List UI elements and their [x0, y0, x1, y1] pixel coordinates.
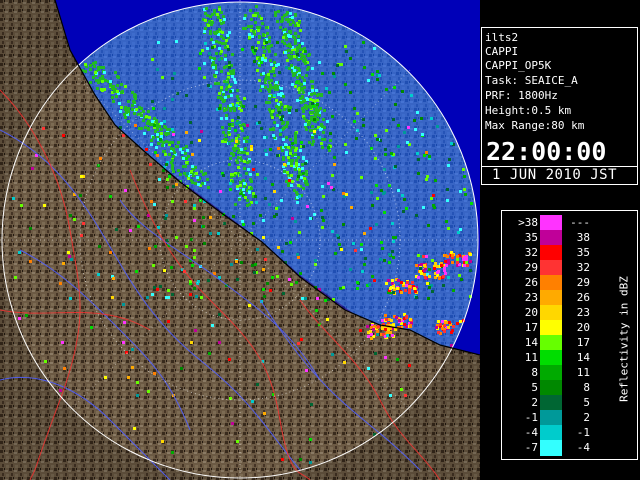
date-box: 1 JUN 2010 JST: [482, 166, 637, 184]
legend-swatch: [540, 410, 562, 426]
legend-high-value: 11: [576, 366, 590, 379]
product-type: CAPPI: [485, 45, 519, 58]
legend-low-value: 35: [524, 231, 538, 244]
legend-swatch: [540, 440, 562, 456]
legend-swatch: [540, 350, 562, 366]
legend-low-value: -4: [524, 426, 538, 439]
legend-unit-label: Reflectivity in dBZ: [617, 276, 631, 402]
prf-label: PRF: 1800Hz: [485, 89, 558, 102]
reflectivity-legend: >38 --- 35 38 32 35 29 32 26 29 23 26 20 23 17 20 14 17 11…: [501, 210, 638, 460]
legend-low-value: 32: [524, 246, 538, 259]
legend-high-value: -4: [576, 441, 590, 454]
legend-swatch: [540, 320, 562, 336]
legend-low-value: 26: [524, 276, 538, 289]
height-label: Height:0.5 km: [485, 104, 572, 117]
legend-high-value: 2: [583, 411, 590, 424]
legend-low-value: 20: [524, 306, 538, 319]
observation-date: 1 JUN 2010 JST: [492, 167, 618, 183]
task-label: Task: SEAICE_A: [485, 74, 578, 87]
legend-low-value: 2: [531, 396, 538, 409]
legend-high-value: ---: [570, 216, 590, 229]
legend-swatch: [540, 245, 562, 261]
legend-swatch: [540, 395, 562, 411]
radar-info-panel: ilts2 CAPPI CAPPI_OP5K Task: SEAICE_A PR…: [481, 27, 638, 185]
legend-high-value: 20: [576, 321, 590, 334]
legend-low-value: -1: [524, 411, 538, 424]
range-rings: [0, 0, 480, 480]
radar-map[interactable]: [0, 0, 480, 480]
legend-high-value: 32: [576, 261, 590, 274]
legend-swatch: [540, 425, 562, 441]
legend-swatch: [540, 365, 562, 381]
legend-high-value: 8: [583, 381, 590, 394]
legend-high-value: 14: [576, 351, 590, 364]
radar-name: ilts2: [485, 31, 519, 44]
legend-high-value: 23: [576, 306, 590, 319]
legend-swatch: [540, 275, 562, 291]
legend-high-value: 29: [576, 276, 590, 289]
legend-swatch: [540, 230, 562, 246]
legend-swatch: [540, 215, 562, 231]
legend-high-value: -1: [576, 426, 590, 439]
product-id: CAPPI_OP5K: [485, 59, 552, 72]
legend-low-value: 29: [524, 261, 538, 274]
legend-low-value: >38: [518, 216, 538, 229]
legend-low-value: -7: [524, 441, 538, 454]
legend-swatch: [540, 335, 562, 351]
observation-time: 22:00:00: [486, 137, 607, 166]
legend-high-value: 38: [576, 231, 590, 244]
legend-high-value: 17: [576, 336, 590, 349]
legend-low-value: 5: [531, 381, 538, 394]
legend-swatch: [540, 380, 562, 396]
legend-low-value: 11: [524, 351, 538, 364]
legend-low-value: 17: [524, 321, 538, 334]
legend-swatch: [540, 305, 562, 321]
legend-high-value: 35: [576, 246, 590, 259]
max-range-label: Max Range:80 km: [485, 119, 585, 132]
legend-high-value: 26: [576, 291, 590, 304]
legend-high-value: 5: [583, 396, 590, 409]
legend-low-value: 14: [524, 336, 538, 349]
legend-low-value: 8: [531, 366, 538, 379]
legend-low-value: 23: [524, 291, 538, 304]
legend-swatch: [540, 290, 562, 306]
legend-swatch: [540, 260, 562, 276]
